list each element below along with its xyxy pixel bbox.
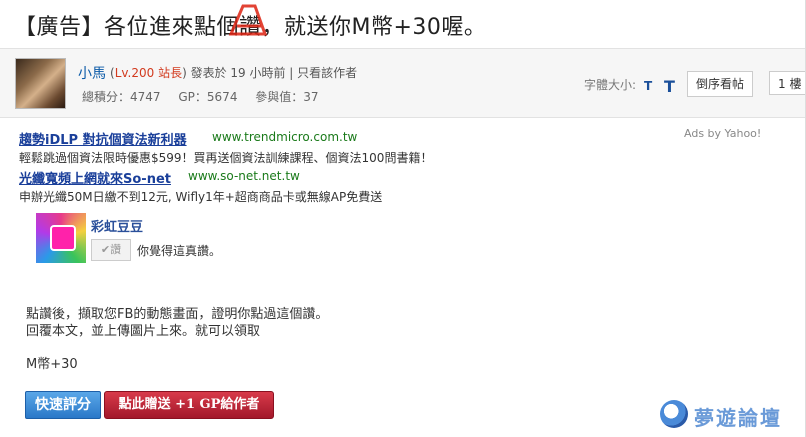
font-small-button[interactable]: T	[644, 79, 652, 93]
fb-page-name[interactable]: 彩虹豆豆	[91, 216, 143, 235]
font-large-button[interactable]: T	[664, 77, 675, 96]
ad-title-2[interactable]: 光纖寬頻上網就來So-net	[19, 168, 171, 187]
fb-page-thumbnail[interactable]	[36, 213, 86, 263]
content-line-3: M幣+30	[26, 357, 78, 372]
stamp-icon	[228, 4, 268, 36]
stat-gp: GP：5674	[178, 90, 238, 104]
fb-like-widget: 彩虹豆豆 ✔讚 你覺得這真讚。	[36, 213, 436, 265]
post-title-bar: 【廣告】各位進來點個讚，就送你M幣+30喔。	[0, 0, 806, 44]
give-gp-button[interactable]: 點此贈送 +1 GP給作者	[104, 391, 274, 419]
ad-url-1[interactable]: www.trendmicro.com.tw	[212, 130, 357, 144]
ad-title-1[interactable]: 趨勢iDLP 對抗個資法新利器	[19, 129, 187, 148]
ads-by-label[interactable]: Ads by Yahoo!	[684, 127, 761, 140]
forum-logo-icon	[660, 400, 688, 428]
content-line-2: 回覆本文，並上傳圖片上來。就可以領取	[26, 324, 261, 339]
author-level: Lv.200 站長	[114, 66, 183, 80]
only-view-author-link[interactable]: 只看該作者	[297, 66, 357, 80]
avatar[interactable]	[15, 58, 66, 109]
ad-desc-2: 申辦光纖50M日繳不到12元, Wifly1年+超商商品卡或無線AP免費送	[19, 190, 383, 204]
author-name[interactable]: 小馬	[78, 63, 106, 83]
post-header: 小馬 (Lv.200 站長) 發表於 19 小時前 | 只看該作者 總積分：47…	[0, 48, 806, 118]
quick-rate-button[interactable]: 快速評分	[25, 391, 101, 419]
author-meta: (Lv.200 站長) 發表於 19 小時前 | 只看該作者	[110, 66, 358, 80]
fb-like-text: 你覺得這真讚。	[137, 244, 222, 258]
stat-total-points: 總積分：4747	[82, 90, 161, 104]
post-time: 發表於 19 小時前	[190, 66, 286, 80]
reverse-order-button[interactable]: 倒序看帖	[687, 71, 753, 97]
forum-watermark-text: 夢遊論壇	[694, 406, 782, 430]
ad-url-2[interactable]: www.so-net.net.tw	[188, 169, 300, 183]
font-size-label: 字體大小:	[584, 78, 637, 92]
fb-like-button[interactable]: ✔讚	[91, 239, 131, 261]
ad-desc-1: 輕鬆跳過個資法限時優惠$599！買再送個資法訓練課程、個資法100問書籍！	[19, 151, 433, 165]
fb-thumbnail-face	[50, 225, 76, 251]
floor-number[interactable]: 1 樓	[769, 71, 806, 95]
stat-participation: 參與值：37	[255, 90, 319, 104]
author-stats: 總積分：4747 GP：5674 參與值：37	[82, 88, 333, 105]
forum-watermark: 夢遊論壇	[660, 398, 806, 434]
